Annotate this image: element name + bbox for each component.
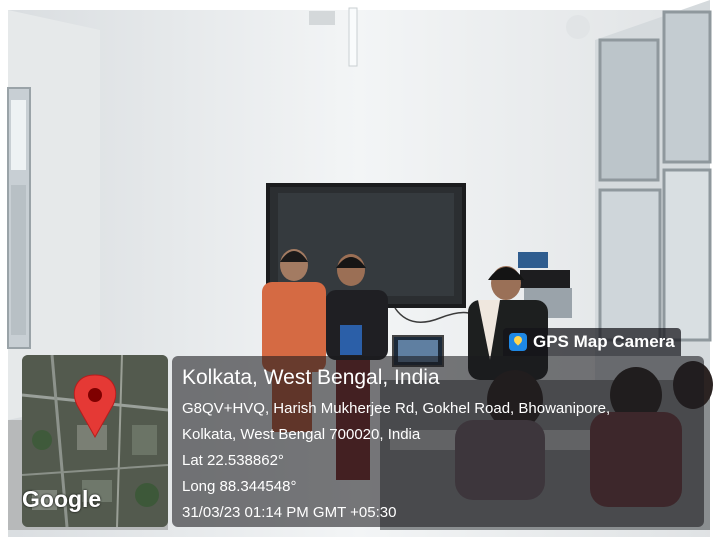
right-window-upper	[598, 38, 660, 182]
ceiling-fixture	[566, 15, 590, 39]
longitude-text: Long 88.344548°	[182, 478, 297, 495]
map-attribution: Google	[22, 486, 102, 512]
ceiling-light	[348, 7, 358, 67]
location-title: Kolkata, West Bengal, India	[182, 366, 440, 389]
timestamp-text: 31/03/23 01:14 PM GMT +05:30	[182, 504, 397, 521]
map-pin-logo-icon	[509, 333, 527, 351]
location-info-panel: Kolkata, West Bengal, India G8QV+HVQ, Ha…	[172, 356, 704, 527]
latitude-text: Lat 22.538862°	[182, 452, 284, 469]
app-watermark: GPS Map Camera	[503, 328, 681, 356]
ceiling-vent	[309, 11, 335, 25]
address-line-2: Kolkata, West Bengal 700020, India	[182, 426, 421, 443]
app-name: GPS Map Camera	[533, 332, 675, 351]
address-line-1: G8QV+HVQ, Harish Mukherjee Rd, Gokhel Ro…	[182, 400, 611, 417]
projector-device	[518, 252, 548, 268]
held-booklet	[340, 325, 362, 355]
